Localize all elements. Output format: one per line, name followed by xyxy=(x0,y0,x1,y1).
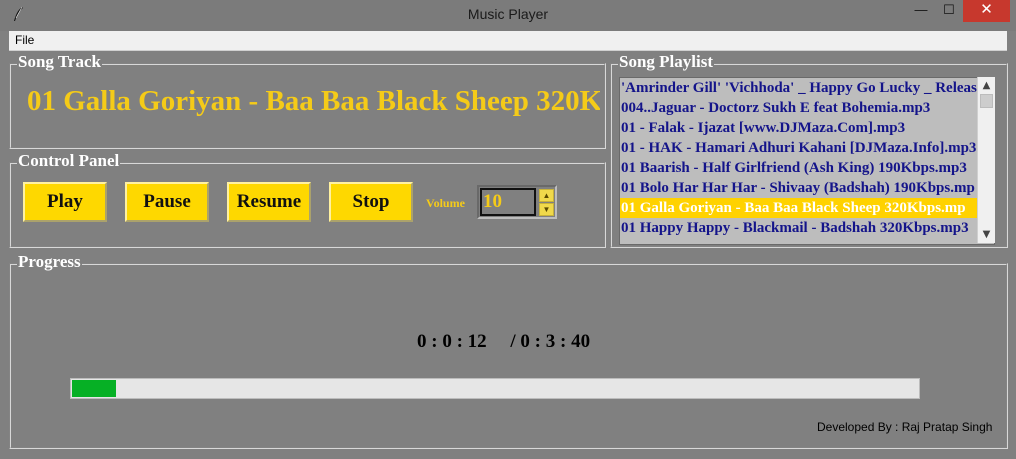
playlist-item[interactable]: 004..Jaguar - Doctorz Sukh E feat Bohemi… xyxy=(620,98,994,118)
scroll-thumb[interactable] xyxy=(980,94,993,108)
playlist-label: Song Playlist xyxy=(618,52,714,71)
playlist-listbox[interactable]: 'Amrinder Gill' 'Vichhoda' _ Happy Go Lu… xyxy=(619,77,995,245)
progress-frame: Progress 0 : 0 : 12 / 0 : 3 : 40 Develop… xyxy=(9,253,1008,449)
playlist-item[interactable]: 01 - Falak - Ijazat [www.DJMaza.Com].mp3 xyxy=(620,118,994,138)
song-track-label: Song Track xyxy=(17,52,102,71)
developer-credit: Developed By : Raj Pratap Singh xyxy=(817,420,993,434)
progress-label: Progress xyxy=(17,252,82,271)
control-panel-label: Control Panel xyxy=(17,151,121,170)
play-button[interactable]: Play xyxy=(23,182,107,222)
scroll-up-arrow-icon[interactable]: ▲ xyxy=(978,77,995,94)
playlist-scrollbar[interactable]: ▲ ▼ xyxy=(977,77,995,243)
current-song-title: 01 Galla Goriyan - Baa Baa Black Sheep 3… xyxy=(27,85,600,117)
volume-value[interactable]: 10 xyxy=(483,191,502,213)
volume-label: Volume xyxy=(426,196,465,210)
progress-bar-fill xyxy=(72,380,116,397)
pause-button[interactable]: Pause xyxy=(125,182,209,222)
song-track-frame: Song Track 01 Galla Goriyan - Baa Baa Bl… xyxy=(9,53,606,149)
playlist-item[interactable]: 01 Happy Happy - Blackmail - Badshah 320… xyxy=(620,218,994,238)
playlist-item[interactable]: 01 Baarish - Half Girlfriend (Ash King) … xyxy=(620,158,994,178)
volume-up-arrow-icon[interactable]: ▲ xyxy=(539,189,554,202)
title-bar: Music Player — ☐ ✕ xyxy=(0,0,1016,31)
menu-bar: File xyxy=(9,31,1007,51)
playlist-item[interactable]: 01 Bolo Har Har Har - Shivaay (Badshah) … xyxy=(620,178,994,198)
window-title: Music Player xyxy=(467,6,549,22)
playlist-item[interactable]: 01 - HAK - Hamari Adhuri Kahani [DJMaza.… xyxy=(620,138,994,158)
control-panel-frame: Control Panel Play Pause Resume Stop Vol… xyxy=(9,152,606,248)
volume-spinbox[interactable]: 10 ▲ ▼ xyxy=(477,185,557,219)
volume-down-arrow-icon[interactable]: ▼ xyxy=(539,203,554,216)
maximize-button[interactable]: ☐ xyxy=(935,0,963,22)
menu-file[interactable]: File xyxy=(15,33,34,47)
playlist-item[interactable]: 01 Galla Goriyan - Baa Baa Black Sheep 3… xyxy=(620,198,994,218)
progress-bar xyxy=(70,378,920,399)
close-button[interactable]: ✕ xyxy=(963,0,1010,22)
scroll-down-arrow-icon[interactable]: ▼ xyxy=(978,226,995,243)
playlist-item[interactable]: 'Amrinder Gill' 'Vichhoda' _ Happy Go Lu… xyxy=(620,78,994,98)
total-time: / 0 : 3 : 40 xyxy=(510,331,591,352)
minimize-button[interactable]: — xyxy=(907,0,935,22)
time-readout: 0 : 0 : 12 / 0 : 3 : 40 xyxy=(417,331,590,353)
elapsed-time: 0 : 0 : 12 xyxy=(417,331,487,352)
resume-button[interactable]: Resume xyxy=(227,182,311,222)
stop-button[interactable]: Stop xyxy=(329,182,413,222)
playlist-frame: Song Playlist 'Amrinder Gill' 'Vichhoda'… xyxy=(610,53,1008,248)
